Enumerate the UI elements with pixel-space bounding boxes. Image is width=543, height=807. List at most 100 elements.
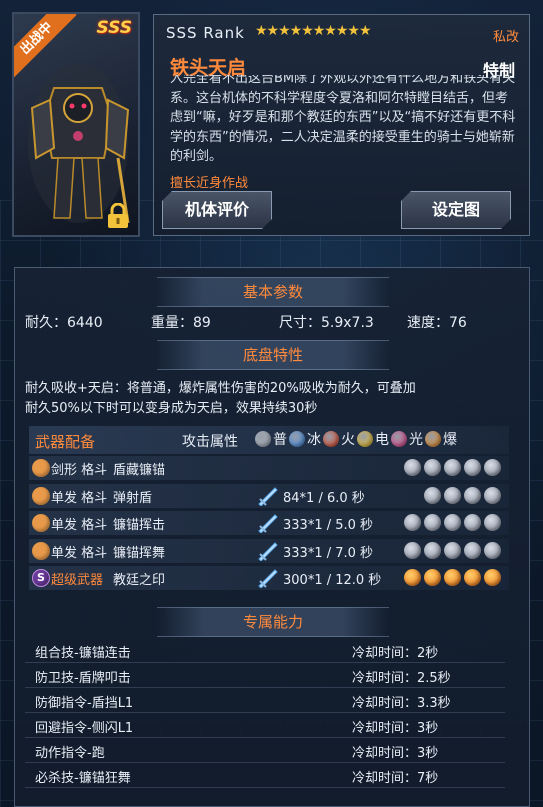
weapon-row[interactable]: 单发 格斗 镰锚挥舞 333*1 / 7.0 秒 bbox=[29, 538, 509, 563]
normal-element-icon bbox=[404, 459, 421, 476]
attribute-item: 冰 bbox=[289, 429, 321, 449]
weapon-element-slots bbox=[421, 486, 501, 504]
attack-attribute-label: 攻击属性 bbox=[182, 434, 238, 450]
weapon-damage: 300*1 / 12.0 秒 bbox=[283, 573, 382, 588]
normal-element-icon bbox=[444, 541, 461, 559]
super-weapon-icon: S bbox=[32, 569, 50, 587]
weapon-element-slots bbox=[401, 459, 501, 476]
design-art-button[interactable]: 设定图 bbox=[401, 191, 511, 229]
rank-badge: SSS bbox=[96, 18, 132, 38]
ability-row[interactable]: 必杀技-镰锚狂舞 冷却时间：7秒 bbox=[15, 764, 515, 788]
ability-row[interactable]: 组合技-镰锚连击 冷却时间：2秒 bbox=[15, 639, 515, 663]
fire-element-icon bbox=[424, 569, 441, 586]
ability-name: 动作指令-跑 bbox=[35, 746, 105, 761]
ability-row[interactable]: 动作指令-跑 冷却时间：3秒 bbox=[15, 739, 515, 763]
ability-name: 组合技-镰锚连击 bbox=[35, 646, 131, 661]
normal-element-icon bbox=[464, 541, 481, 559]
ability-row[interactable]: 防卫技-盾牌叩击 冷却时间：2.5秒 bbox=[15, 664, 515, 688]
lock-icon[interactable] bbox=[106, 203, 130, 229]
rank-stars: ★★★★★★★★★★ bbox=[255, 23, 372, 39]
row-divider bbox=[25, 787, 505, 788]
chassis-trait-line-1: 耐久吸收+天启：将普通，爆炸属性伤害的20%吸收为耐久，可叠加 bbox=[25, 381, 416, 396]
weapon-row[interactable]: 单发 格斗 弹射盾 84*1 / 6.0 秒 bbox=[29, 483, 509, 508]
weapon-type: 剑形 格斗 bbox=[51, 463, 108, 478]
normal-element-icon bbox=[464, 486, 481, 504]
specialty-label: 擅长近身作战 bbox=[170, 176, 249, 191]
weapon-element-slots bbox=[401, 569, 501, 586]
chassis-trait-line-2: 耐久50%以下时可以变身成为天启，效果持续30秒 bbox=[25, 401, 318, 416]
weapon-type: 单发 格斗 bbox=[51, 518, 108, 533]
attribute-item: 光 bbox=[391, 429, 423, 449]
weapon-name: 盾藏镰锚 bbox=[113, 463, 166, 478]
attribute-name: 普 bbox=[273, 432, 287, 448]
size-value: 尺寸：5.9x7.3 bbox=[279, 315, 374, 331]
sword-icon bbox=[257, 513, 279, 534]
weapon-row[interactable]: S 超级武器 教廷之印 300*1 / 12.0 秒 bbox=[29, 566, 509, 590]
basic-params-title: 基本参数 bbox=[157, 277, 389, 307]
ability-cooldown: 冷却时间：2.5秒 bbox=[352, 671, 451, 686]
normal-element-icon bbox=[484, 459, 501, 476]
attribute-icon bbox=[425, 431, 441, 447]
attribute-icon bbox=[323, 431, 339, 447]
exclusive-ability-title: 专属能力 bbox=[157, 607, 389, 637]
normal-element-icon bbox=[424, 459, 441, 476]
sword-icon bbox=[257, 541, 279, 562]
fire-element-icon bbox=[484, 569, 501, 586]
row-divider bbox=[25, 712, 505, 713]
weapon-element-slots bbox=[401, 541, 501, 559]
weapon-header: 武器配备 攻击属性 普 冰 火 电 光 爆 bbox=[29, 426, 509, 454]
mech-info-panel: SSS Rank ★★★★★★★★★★ 私改 铁头天启 特制 入完全看不出这台B… bbox=[153, 14, 530, 236]
ability-name: 防卫技-盾牌叩击 bbox=[35, 671, 131, 686]
weapon-type-icon bbox=[32, 486, 50, 505]
weapon-name: 弹射盾 bbox=[113, 490, 153, 506]
attribute-item: 普 bbox=[255, 429, 287, 449]
rank-label: SSS Rank bbox=[166, 24, 245, 42]
attribute-name: 电 bbox=[375, 432, 389, 448]
ability-row[interactable]: 回避指令-侧闪L1 冷却时间：3秒 bbox=[15, 714, 515, 738]
normal-element-icon bbox=[444, 486, 461, 504]
description-text: 入完全看不出这台BM除了外观以外还有什么地方和铁头有关系。这台机体的不科学程度令… bbox=[170, 75, 516, 163]
weapon-type-icon bbox=[32, 514, 50, 532]
attribute-name: 火 bbox=[341, 432, 355, 448]
normal-element-icon bbox=[404, 514, 421, 531]
ability-cooldown: 冷却时间：3.3秒 bbox=[352, 696, 451, 711]
mech-description[interactable]: 入完全看不出这台BM除了外观以外还有什么地方和铁头有关系。这台机体的不科学程度令… bbox=[170, 75, 520, 163]
mech-evaluation-button[interactable]: 机体评价 bbox=[162, 191, 272, 229]
attribute-name: 光 bbox=[409, 432, 423, 448]
weapon-row[interactable]: 单发 格斗 镰锚挥击 333*1 / 5.0 秒 bbox=[29, 511, 509, 535]
attribute-item: 火 bbox=[323, 429, 355, 449]
row-divider bbox=[25, 737, 505, 738]
normal-element-icon bbox=[404, 541, 421, 559]
attribute-item: 电 bbox=[357, 429, 389, 449]
durability-value: 耐久：6440 bbox=[25, 315, 103, 331]
ability-cooldown: 冷却时间：3秒 bbox=[352, 746, 439, 761]
weapon-name: 镰锚挥击 bbox=[113, 518, 166, 533]
weapon-name: 镰锚挥舞 bbox=[113, 545, 166, 561]
normal-element-icon bbox=[424, 541, 441, 559]
weapon-row[interactable]: 剑形 格斗 盾藏镰锚 bbox=[29, 456, 509, 480]
normal-element-icon bbox=[484, 541, 501, 559]
normal-element-icon bbox=[424, 486, 441, 504]
normal-element-icon bbox=[424, 514, 441, 531]
attribute-name: 冰 bbox=[307, 432, 321, 448]
row-divider bbox=[25, 662, 505, 663]
mech-detail-panel[interactable]: 基本参数 耐久：6440 重量：89 尺寸：5.9x7.3 速度：76 底盘特性… bbox=[14, 267, 530, 807]
ability-cooldown: 冷却时间：3秒 bbox=[352, 721, 439, 736]
weapon-element-slots bbox=[401, 514, 501, 531]
mech-portrait[interactable]: 出战中 SSS bbox=[12, 12, 140, 237]
normal-element-icon bbox=[464, 459, 481, 476]
ability-cooldown: 冷却时间：2秒 bbox=[352, 646, 439, 661]
normal-element-icon bbox=[484, 486, 501, 504]
weapon-section-title: 武器配备 bbox=[35, 433, 96, 451]
weapon-damage: 333*1 / 5.0 秒 bbox=[283, 518, 374, 533]
normal-element-icon bbox=[464, 514, 481, 531]
ability-name: 防御指令-盾挡L1 bbox=[35, 696, 134, 711]
weapon-type: 超级武器 bbox=[51, 573, 104, 588]
attribute-icon bbox=[289, 431, 305, 447]
attribute-icon bbox=[391, 431, 407, 447]
chassis-trait-title: 底盘特性 bbox=[157, 340, 389, 370]
weapon-type-icon bbox=[32, 541, 50, 560]
ability-row[interactable]: 防御指令-盾挡L1 冷却时间：3.3秒 bbox=[15, 689, 515, 713]
ability-name: 回避指令-侧闪L1 bbox=[35, 721, 134, 736]
speed-value: 速度：76 bbox=[407, 315, 467, 331]
